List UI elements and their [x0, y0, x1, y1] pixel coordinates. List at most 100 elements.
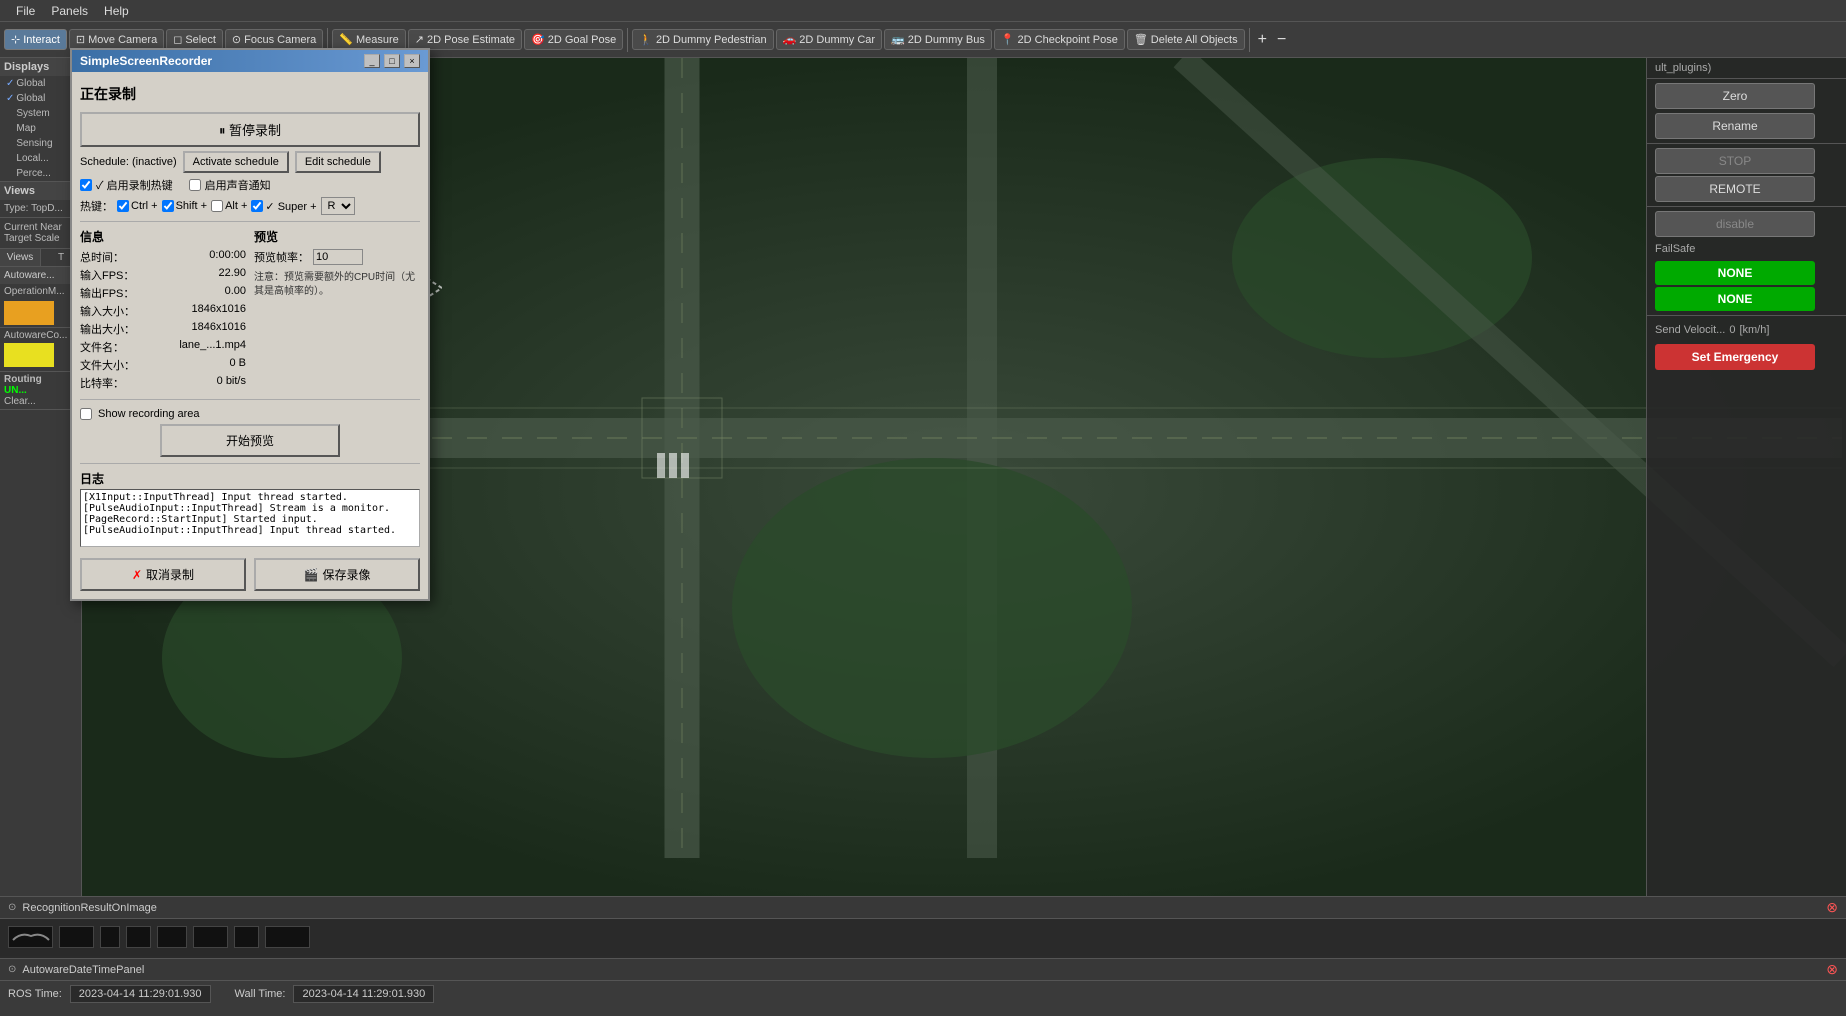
measure-button[interactable]: 📏 Measure	[332, 29, 406, 50]
activate-schedule-button[interactable]: Activate schedule	[183, 151, 289, 173]
emergency-button[interactable]: Set Emergency	[1655, 344, 1815, 370]
routing-section: Routing UN... Clear...	[0, 372, 81, 410]
failsafe-label: FailSafe	[1647, 239, 1846, 259]
display-item-perce[interactable]: ✓ Perce...	[0, 166, 81, 181]
menu-panels[interactable]: Panels	[43, 2, 96, 20]
checkpoint-pose-button[interactable]: 📍 2D Checkpoint Pose	[994, 29, 1125, 50]
toolbar-plus-icon[interactable]: +	[1254, 31, 1271, 49]
save-recording-button[interactable]: 🎬 保存录像	[254, 558, 420, 591]
datetime-header: ⊙ AutowareDateTimePanel ⊗	[0, 959, 1846, 981]
toolbar-minus-icon[interactable]: −	[1273, 31, 1290, 49]
ros-time-label: ROS Time:	[8, 988, 62, 1000]
info-filename: 文件名： lane_...1.mp4	[80, 339, 246, 355]
delete-icon: 🗑	[1134, 33, 1148, 46]
wall-time-value: 2023-04-14 11:29:01.930	[293, 985, 434, 1003]
dialog-close-button[interactable]: ×	[404, 54, 420, 68]
un-label: UN...	[4, 385, 77, 396]
rec-img-7	[234, 926, 259, 948]
hotkey-ctrl[interactable]: Ctrl +	[117, 200, 158, 212]
dummy-car-button[interactable]: 🚗 2D Dummy Car	[776, 29, 883, 50]
displays-header[interactable]: Displays ▾	[0, 58, 81, 76]
recognition-expand-icon[interactable]: ⊙	[8, 902, 16, 913]
menu-bar: File Panels Help	[0, 0, 1846, 22]
menu-file[interactable]: File	[8, 2, 43, 20]
checkpoint-icon: 📍	[1001, 33, 1015, 46]
display-item-sensing[interactable]: ✓ Sensing	[0, 136, 81, 151]
display-item-map[interactable]: ✓ Map	[0, 121, 81, 136]
current-near-section: Current Near Target Scale	[0, 218, 81, 249]
recognition-title-row: ⊙ RecognitionResultOnImage	[8, 902, 157, 914]
move-camera-button[interactable]: ⊡ Move Camera	[69, 29, 164, 50]
tab-views[interactable]: Views	[0, 249, 41, 266]
datetime-close-icon[interactable]: ⊗	[1826, 961, 1838, 978]
recognition-result-panel: ⊙ RecognitionResultOnImage ⊗	[0, 896, 1846, 956]
dialog-body: 正在录制 ⏸ 暂停录制 Schedule: (inactive) Activat…	[72, 72, 428, 599]
pause-recording-button[interactable]: ⏸ 暂停录制	[80, 112, 420, 147]
displays-label: Displays	[4, 61, 49, 73]
start-preview-button[interactable]: 开始预览	[160, 424, 340, 457]
schedule-label: Schedule: (inactive)	[80, 156, 177, 168]
interact-button[interactable]: ⊹ Interact	[4, 29, 67, 50]
select-button[interactable]: ◻ Select	[166, 29, 223, 50]
rec-img-6	[193, 926, 228, 948]
info-input-fps: 输入FPS： 22.90	[80, 267, 246, 283]
stop-button[interactable]: STOP	[1655, 148, 1815, 174]
cancel-recording-button[interactable]: ✗ 取消录制	[80, 558, 246, 591]
focus-camera-button[interactable]: ⊙ Focus Camera	[225, 29, 323, 50]
none-button-1[interactable]: NONE	[1655, 261, 1815, 285]
recognition-close-icon[interactable]: ⊗	[1826, 899, 1838, 916]
yellow-swatch	[4, 343, 54, 367]
dialog-divider-1	[80, 221, 420, 222]
display-item-system[interactable]: ✓ System	[0, 106, 81, 121]
panel-separator-3	[1647, 315, 1846, 316]
log-area[interactable]: [X1Input::InputThread] Input thread star…	[80, 489, 420, 547]
hotkey-key-select[interactable]: R	[321, 197, 355, 215]
display-item-global1[interactable]: ✓ Global	[0, 76, 81, 91]
views-header[interactable]: Views ▾	[0, 182, 81, 200]
enable-schedule-checkbox[interactable]: ✓ 启用录制热键	[80, 177, 173, 193]
rec-img-3	[100, 926, 120, 948]
menu-help[interactable]: Help	[96, 2, 137, 20]
disable-button[interactable]: disable	[1655, 211, 1815, 237]
check-icon-2: ✓	[6, 93, 14, 104]
pose-icon: ↗	[415, 33, 424, 46]
zero-button[interactable]: Zero	[1655, 83, 1815, 109]
recording-status: 正在录制	[80, 80, 420, 108]
dummy-bus-button[interactable]: 🚌 2D Dummy Bus	[884, 29, 992, 50]
routing-label: Routing	[4, 374, 77, 385]
delete-all-button[interactable]: 🗑 Delete All Objects	[1127, 29, 1245, 50]
display-item-global2[interactable]: ✓ Global	[0, 91, 81, 106]
preview-note: 注意：预览需要额外的CPU时间（尤其是高帧率的）。	[254, 271, 420, 299]
autoware-co-label: AutowareCo...	[4, 330, 77, 341]
ros-time-value: 2023-04-14 11:29:01.930	[70, 985, 211, 1003]
datetime-title: AutowareDateTimePanel	[22, 964, 144, 976]
panel-separator-1	[1647, 143, 1846, 144]
plugin-text-area: ult_plugins)	[1647, 58, 1846, 79]
edit-schedule-button[interactable]: Edit schedule	[295, 151, 381, 173]
remote-button[interactable]: REMOTE	[1655, 176, 1815, 202]
info-output-fps: 输出FPS： 0.00	[80, 285, 246, 301]
velocity-row: Send Velocit... 0 [km/h]	[1647, 320, 1846, 340]
dialog-maximize-button[interactable]: □	[384, 54, 400, 68]
hotkey-shift[interactable]: Shift +	[162, 200, 208, 212]
info-total-time: 总时间： 0:00:00	[80, 249, 246, 265]
enable-sound-checkbox[interactable]: 启用声音通知	[189, 177, 271, 193]
pose-estimate-button[interactable]: ↗ 2D Pose Estimate	[408, 29, 522, 50]
dummy-pedestrian-button[interactable]: 🚶 2D Dummy Pedestrian	[632, 29, 773, 50]
bus-icon: 🚌	[891, 33, 905, 46]
display-item-local[interactable]: ✓ Local...	[0, 151, 81, 166]
clear-label: Clear...	[4, 396, 77, 407]
rename-button[interactable]: Rename	[1655, 113, 1815, 139]
show-area-checkbox[interactable]: Show recording area	[80, 408, 420, 420]
preview-fps-input[interactable]	[313, 249, 363, 265]
goal-pose-button[interactable]: 🎯 2D Goal Pose	[524, 29, 623, 50]
dialog-minimize-button[interactable]: _	[364, 54, 380, 68]
hotkey-super[interactable]: ✓ Super +	[251, 200, 316, 213]
check-icon-1: ✓	[6, 78, 14, 89]
datetime-panel: ⊙ AutowareDateTimePanel ⊗ ROS Time: 2023…	[0, 958, 1846, 1016]
hotkey-alt[interactable]: Alt +	[211, 200, 247, 212]
none-button-2[interactable]: NONE	[1655, 287, 1815, 311]
datetime-content: ROS Time: 2023-04-14 11:29:01.930 Wall T…	[0, 981, 1846, 1007]
datetime-expand-icon[interactable]: ⊙	[8, 964, 16, 975]
autoware-header[interactable]: Autoware... ▾	[0, 267, 81, 284]
